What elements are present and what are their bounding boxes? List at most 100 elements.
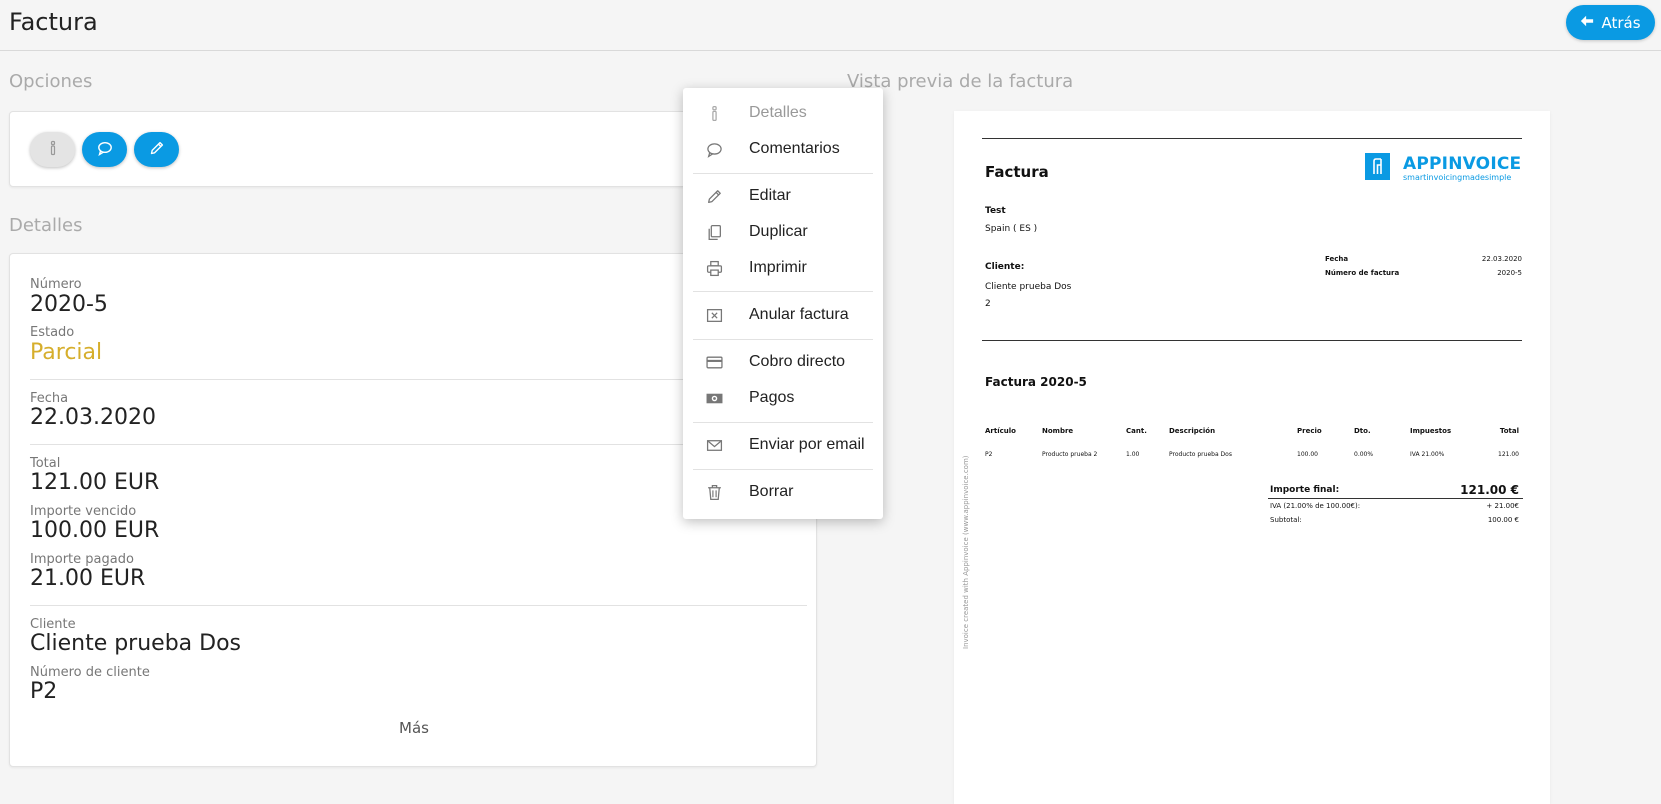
sender-country: Spain ( ES )	[985, 224, 1038, 234]
logo-name: APPINVOICE	[1403, 154, 1522, 174]
logo-tagline: smartinvoicingmadesimple	[1403, 173, 1512, 182]
subtotal-label: Subtotal:	[1270, 516, 1302, 524]
client-heading: Cliente:	[985, 262, 1025, 272]
pencil-icon	[705, 187, 723, 205]
comments-option-button[interactable]	[82, 132, 127, 167]
menu-item-label: Cobro directo	[749, 353, 846, 370]
menu-item-label: Pagos	[749, 389, 795, 406]
preview-invoice-heading: Factura 2020-5	[985, 375, 1087, 389]
pencil-icon	[149, 140, 165, 159]
total-label: Total	[30, 456, 61, 471]
divider	[30, 605, 807, 606]
menu-item-details[interactable]: Detalles	[683, 96, 883, 130]
final-amount-value: 121.00 €	[1460, 483, 1519, 497]
table-header: Artículo	[985, 427, 1016, 435]
table-header: Precio	[1297, 427, 1322, 435]
preview-date-value: 22.03.2020	[1481, 255, 1522, 263]
menu-item-send-email[interactable]: Enviar por email	[683, 428, 883, 462]
comment-icon	[705, 140, 723, 158]
copy-icon	[705, 223, 723, 241]
menu-item-cancel-invoice[interactable]: Anular factura	[683, 298, 883, 332]
table-header: Impuestos	[1410, 427, 1452, 435]
table-cell: Producto prueba Dos	[1169, 451, 1232, 458]
actions-menu: Detalles Comentarios Editar Duplicar Imp…	[683, 88, 883, 519]
menu-item-payments[interactable]: Pagos	[683, 381, 883, 415]
menu-item-label: Comentarios	[749, 140, 840, 157]
menu-item-label: Imprimir	[749, 259, 807, 276]
due-amount-label: Importe vencido	[30, 504, 137, 519]
menu-item-label: Borrar	[749, 483, 794, 500]
table-header: Nombre	[1042, 427, 1074, 435]
vat-value: + 21.00€	[1486, 502, 1519, 510]
table-header: Total	[1499, 427, 1519, 435]
table-cell: Producto prueba 2	[1042, 451, 1098, 458]
table-cell: 0.00%	[1354, 451, 1374, 458]
table-cell: 100.00	[1297, 451, 1318, 458]
page-header: Factura Atrás	[0, 0, 1661, 51]
final-amount-label: Importe final:	[1270, 485, 1340, 495]
menu-separator	[693, 173, 873, 174]
menu-item-label: Detalles	[749, 104, 807, 121]
sender-name: Test	[985, 206, 1006, 216]
details-option-button[interactable]	[30, 132, 75, 167]
preview-number-value: 2020-5	[1497, 269, 1522, 277]
envelope-icon	[705, 436, 723, 454]
money-icon	[705, 389, 723, 407]
preview-client-number: 2	[985, 299, 991, 309]
menu-item-label: Enviar por email	[749, 436, 865, 453]
preview-date-label: Fecha	[1325, 255, 1349, 263]
due-amount-value: 100.00 EUR	[30, 518, 160, 543]
preview-client-name: Cliente prueba Dos	[985, 282, 1072, 292]
table-header: Descripción	[1169, 427, 1216, 435]
preview-number-label: Número de factura	[1325, 269, 1400, 277]
back-button-label: Atrás	[1601, 13, 1641, 32]
vat-label: IVA (21.00% de 100.00€):	[1270, 502, 1361, 510]
preview-divider	[982, 340, 1522, 341]
menu-item-edit[interactable]: Editar	[683, 179, 883, 213]
page-title: Factura	[9, 8, 98, 36]
table-cell: P2	[985, 451, 993, 458]
menu-separator	[693, 422, 873, 423]
printer-icon	[705, 259, 723, 277]
totals-divider	[1268, 498, 1523, 499]
table-cell: 1.00	[1126, 451, 1140, 458]
menu-item-comments[interactable]: Comentarios	[683, 132, 883, 166]
paid-amount-label: Importe pagado	[30, 552, 134, 567]
menu-separator	[693, 339, 873, 340]
table-header: Dto.	[1354, 427, 1371, 435]
menu-item-print[interactable]: Imprimir	[683, 251, 883, 285]
date-label: Fecha	[30, 391, 69, 406]
paid-amount-value: 21.00 EUR	[30, 566, 146, 591]
back-button[interactable]: Atrás	[1566, 5, 1655, 40]
arrow-left-icon	[1580, 14, 1594, 32]
client-label: Cliente	[30, 617, 76, 632]
options-title: Opciones	[9, 71, 93, 92]
table-header: Cant.	[1126, 427, 1147, 435]
preview-doc-title: Factura	[985, 163, 1049, 181]
menu-item-duplicate[interactable]: Duplicar	[683, 215, 883, 249]
status-badge: Parcial	[30, 340, 103, 365]
client-number-label: Número de cliente	[30, 665, 150, 680]
cancel-box-icon	[705, 306, 723, 324]
trash-icon	[705, 483, 723, 501]
menu-separator	[693, 291, 873, 292]
status-label: Estado	[30, 325, 75, 340]
menu-item-label: Duplicar	[749, 223, 808, 240]
invoice-number-label: Número	[30, 277, 82, 292]
info-icon	[45, 140, 61, 159]
menu-separator	[693, 469, 873, 470]
details-title: Detalles	[9, 215, 83, 236]
table-cell: IVA 21.00%	[1410, 451, 1445, 458]
invoice-number-value: 2020-5	[30, 292, 108, 317]
appinvoice-logo: APPINVOICE smartinvoicingmadesimple	[1365, 153, 1523, 183]
edit-option-button[interactable]	[134, 132, 179, 167]
menu-item-direct-charge[interactable]: Cobro directo	[683, 345, 883, 379]
subtotal-value: 100.00 €	[1487, 516, 1519, 524]
logo-mark-icon	[1365, 153, 1390, 180]
menu-item-label: Anular factura	[749, 306, 849, 323]
date-value: 22.03.2020	[30, 405, 156, 430]
invoice-preview: Factura APPINVOICE smartinvoicingmadesim…	[954, 111, 1550, 804]
menu-item-label: Editar	[749, 187, 791, 204]
more-link[interactable]: Más	[10, 719, 818, 737]
menu-item-delete[interactable]: Borrar	[683, 475, 883, 509]
